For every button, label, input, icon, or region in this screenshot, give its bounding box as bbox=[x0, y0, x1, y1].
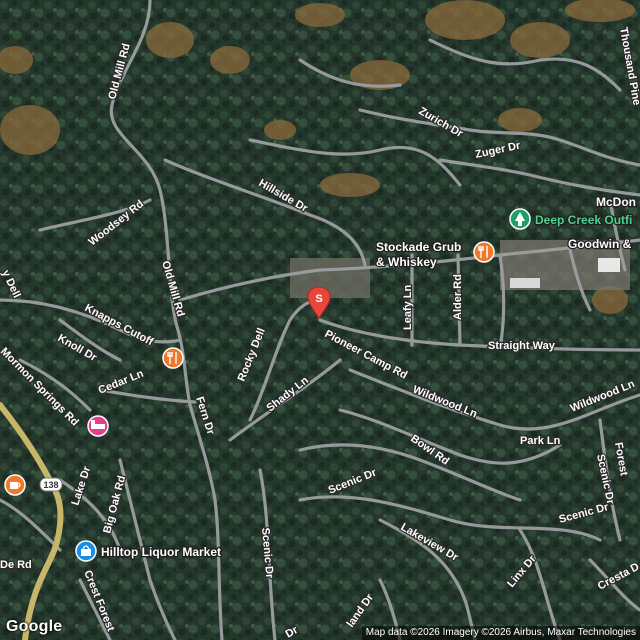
poi-label-deep-creek: Deep Creek Outfi bbox=[535, 213, 632, 227]
road-label-leafy: Leafy Ln bbox=[402, 284, 414, 330]
route-138-label: 138 bbox=[43, 480, 58, 490]
poi-label-hilltop-liquor: Hilltop Liquor Market bbox=[101, 545, 221, 559]
satellite-map[interactable]: Old Mill Rd Old Mill Rd Woodsey Rd Hills… bbox=[0, 0, 640, 640]
road-label-park: Park Ln bbox=[520, 435, 561, 447]
place-label-mcdon: McDon bbox=[596, 195, 636, 209]
map-attribution[interactable]: Map data ©2026 Imagery ©2026 Airbus, Max… bbox=[361, 626, 640, 640]
google-logo: Google bbox=[6, 618, 63, 635]
road-label-de-rd: De Rd bbox=[0, 559, 32, 571]
poi-label-stockade-line2: & Whiskey bbox=[376, 255, 437, 269]
route-138-shield: 138 bbox=[39, 477, 63, 492]
fork-knife-icon bbox=[473, 241, 495, 263]
selected-pin-label: S bbox=[315, 293, 322, 305]
place-label-goodwin: Goodwin & bbox=[568, 237, 632, 251]
poi-cafe[interactable] bbox=[4, 474, 26, 496]
road-label-alder: Alder Rd bbox=[452, 274, 464, 320]
poi-lodging[interactable] bbox=[87, 415, 109, 437]
road-label-straight-way: Straight Way bbox=[488, 340, 556, 352]
poi-label-stockade-line1: Stockade Grub bbox=[376, 240, 461, 254]
fork-knife-icon bbox=[162, 347, 184, 369]
poi-restaurant-west[interactable] bbox=[162, 347, 184, 369]
